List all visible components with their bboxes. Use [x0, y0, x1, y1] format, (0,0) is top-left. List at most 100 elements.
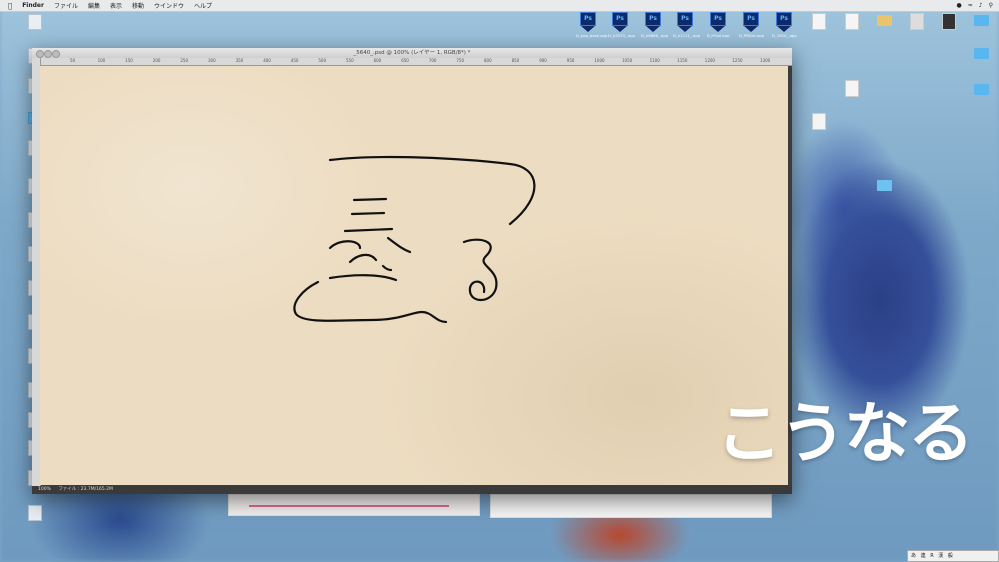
ink-stroke — [348, 253, 378, 264]
ink-stroke — [328, 274, 398, 282]
ruler-tick-label: 1050 — [622, 58, 633, 63]
ruler-tick-label: 1100 — [649, 58, 660, 63]
menu-go[interactable]: 移動 — [132, 1, 144, 10]
arrow-down-icon — [581, 26, 595, 32]
desktop-file-icon[interactable] — [812, 113, 826, 130]
arrow-down-icon — [678, 26, 692, 32]
drawing — [293, 155, 536, 324]
ime-item[interactable]: R — [930, 553, 933, 559]
desktop-folder-icon[interactable] — [974, 15, 989, 26]
ime-item[interactable]: 漢 — [938, 553, 943, 559]
photoshop-icon: Ps — [743, 12, 759, 26]
desktop-folder-icon[interactable] — [974, 84, 989, 95]
desktop-file-icon[interactable] — [942, 13, 956, 30]
menu-help[interactable]: ヘルプ — [194, 1, 212, 10]
menu-file[interactable]: ファイル — [54, 1, 78, 10]
ruler-tick-label: 700 — [428, 58, 437, 63]
ruler-tick-label: 1200 — [704, 58, 715, 63]
desktop-file-icon[interactable] — [845, 80, 859, 97]
desktop-file-icon[interactable] — [28, 14, 42, 30]
ink-stroke — [350, 211, 386, 216]
ink-stroke — [386, 236, 412, 254]
ruler-tick-label: 100 — [97, 58, 106, 63]
desktop-folder-icon[interactable] — [877, 180, 892, 191]
zoom-level[interactable]: 100% — [38, 487, 51, 492]
caption-overlay: こうなる — [716, 395, 974, 472]
photoshop-icon: Ps — [677, 12, 693, 26]
desktop-icon-label: D_1920_.app — [772, 33, 797, 38]
menu-window[interactable]: ウインドウ — [154, 1, 184, 10]
ruler-tick-label: 950 — [566, 58, 575, 63]
ruler-tick-label: 800 — [484, 58, 492, 63]
ruler-tick-label: 550 — [346, 58, 354, 63]
ink-stroke — [293, 280, 448, 324]
pink-line — [249, 505, 449, 507]
ruler-tick-label: 1300 — [760, 58, 771, 63]
canvas[interactable] — [40, 66, 788, 485]
photoshop-icon: Ps — [710, 12, 726, 26]
ruler-tick-label: 650 — [401, 58, 409, 63]
background-window[interactable] — [228, 494, 480, 516]
desktop-file-icon[interactable] — [28, 505, 42, 521]
desktop-ps-app-icon[interactable]: Ps D_b3333_.app — [608, 12, 636, 38]
desktop-ps-app-icon[interactable]: Ps D_PNGnt.app — [739, 12, 765, 38]
menu-view[interactable]: 表示 — [110, 1, 122, 10]
desktop-icon-label: D_PNGnt.app — [739, 33, 765, 38]
desktop-ps-app-icon[interactable]: Ps D_h8666_.app — [641, 12, 669, 38]
ime-toolbar[interactable]: あ 連 R 漢 般 — [907, 550, 999, 562]
menu-finder[interactable]: Finder — [22, 2, 44, 9]
ruler-tick-label: 1150 — [677, 58, 688, 63]
volume-icon[interactable]: ♪ — [979, 2, 983, 9]
apple-icon[interactable]:  — [8, 2, 12, 10]
ruler-tick-label: 200 — [152, 58, 161, 63]
ruler-tick-label: 400 — [263, 58, 271, 63]
arrow-down-icon — [711, 26, 725, 32]
ruler-tick-label: 900 — [539, 58, 547, 63]
ink-stroke — [343, 227, 394, 233]
background-window[interactable] — [490, 494, 772, 518]
desktop-ps-app-icon[interactable]: Ps D_iPGai.app — [706, 12, 730, 38]
desktop-icon-label: D_iPGai.app — [706, 33, 730, 38]
desktop-icon-label: D_pop_base.app — [576, 33, 608, 38]
ruler-tick-label: 350 — [235, 58, 244, 63]
arrow-down-icon — [744, 26, 758, 32]
ruler-tick-label: 750 — [456, 58, 465, 63]
ruler-tick-label: 50 — [70, 58, 76, 63]
photoshop-icon: Ps — [612, 12, 628, 26]
file-info[interactable]: ファイル : 23.7M/165.2M — [58, 487, 113, 492]
arrow-down-icon — [646, 26, 660, 32]
desktop-ps-app-icon[interactable]: Ps D_pop_base.app — [576, 12, 608, 38]
ruler-tick-label: 300 — [208, 58, 216, 63]
desktop-file-icon[interactable] — [910, 13, 924, 30]
ink-stroke — [352, 197, 388, 202]
desktop-ps-app-icon[interactable]: Ps D_1920_.app — [772, 12, 797, 38]
ruler-tick-label: 500 — [318, 58, 327, 63]
document-title: _5640_.psd @ 100% (レイヤー 1, RGB/8*) * — [353, 50, 471, 56]
status-icon[interactable]: ● — [956, 2, 961, 9]
photoshop-document-window[interactable]: _5640_.psd @ 100% (レイヤー 1, RGB/8*) * 50 1… — [32, 48, 792, 494]
ime-item[interactable]: あ — [911, 553, 916, 559]
search-icon[interactable]: ⚲ — [989, 2, 993, 9]
desktop-file-icon[interactable] — [812, 13, 826, 30]
ruler-tick-label: 600 — [373, 58, 382, 63]
menu-edit[interactable]: 編集 — [88, 1, 100, 10]
ime-item[interactable]: 連 — [921, 553, 926, 559]
ruler-tick-label: 1000 — [594, 58, 605, 63]
desktop-ps-app-icon[interactable]: Ps D_h1111_.app — [673, 12, 701, 38]
menu-bar:  Finder ファイル 編集 表示 移動 ウインドウ ヘルプ ● ≈ ♪ ⚲ — [0, 0, 999, 12]
desktop-icon-label: D_h1111_.app — [673, 33, 701, 38]
desktop-icon-label: D_h8666_.app — [641, 33, 669, 38]
ruler-tick-label: 250 — [180, 58, 189, 63]
desktop-folder-icon[interactable] — [877, 15, 892, 26]
photoshop-icon: Ps — [580, 12, 596, 26]
desktop-file-icon[interactable] — [845, 13, 859, 30]
wifi-icon[interactable]: ≈ — [968, 2, 973, 9]
arrow-down-icon — [777, 26, 791, 32]
ime-item[interactable]: 般 — [948, 553, 953, 559]
ruler-horizontal[interactable]: 50 100 150 200 250 300 350 400 450 500 550 600 650 70… — [40, 58, 792, 66]
desktop-folder-icon[interactable] — [974, 48, 989, 59]
ruler-tick-label: 450 — [290, 58, 299, 63]
photoshop-icon: Ps — [776, 12, 792, 26]
desktop-icon-label: D_b3333_.app — [608, 33, 636, 38]
arrow-down-icon — [613, 26, 627, 32]
